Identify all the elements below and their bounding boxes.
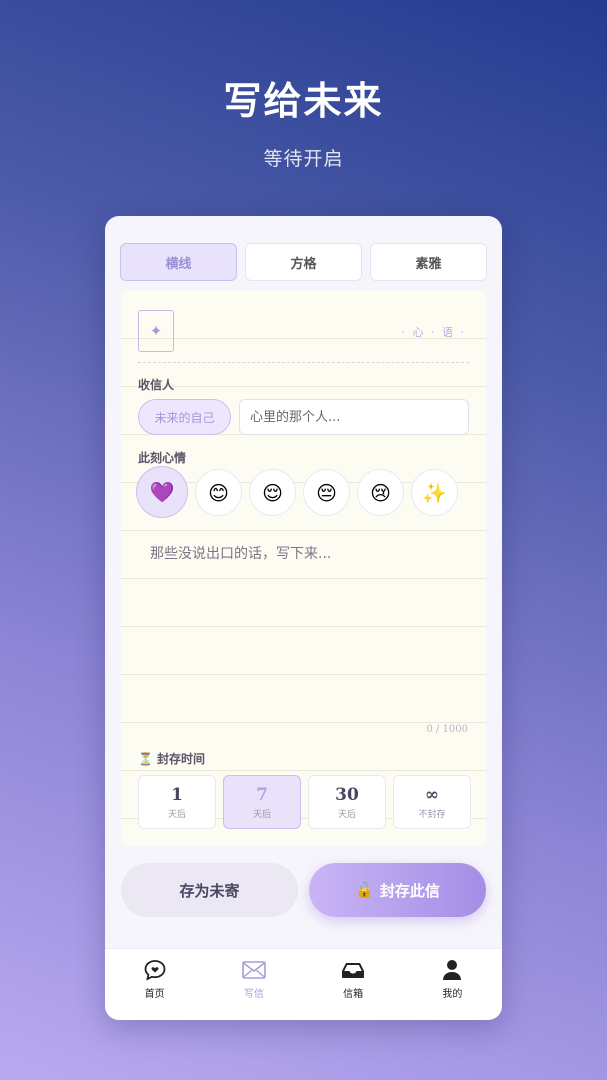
char-counter: 0 / 1000: [426, 724, 468, 735]
letter-body-input[interactable]: [138, 527, 469, 722]
sparkle-icon: ✦: [138, 310, 174, 352]
user-icon: [440, 959, 464, 981]
duration-unit: 不封存: [418, 809, 446, 820]
duration-value: 7: [256, 784, 268, 805]
tab-write[interactable]: 写信: [204, 949, 303, 1020]
recipient-input[interactable]: [239, 399, 469, 435]
duration-option-1[interactable]: 1 天后: [138, 775, 216, 829]
tab-grid[interactable]: 方格: [245, 243, 362, 281]
mood-option-smile[interactable]: 😊: [195, 469, 242, 516]
page-title: 写给未来: [223, 79, 384, 123]
tab-label: 写信: [243, 989, 264, 1000]
seal-duration-picker: 1 天后 7 天后 30 天后 ∞ 不封存: [138, 775, 471, 829]
save-draft-button[interactable]: 存为未寄: [121, 863, 298, 917]
mood-label: 此刻心情: [138, 451, 187, 465]
seal-letter-label: 封存此信: [379, 881, 440, 900]
tab-plain[interactable]: 素雅: [370, 243, 487, 281]
hourglass-icon: ⏳: [138, 751, 153, 766]
duration-value: 30: [335, 784, 359, 805]
mood-option-sparkles[interactable]: ✨: [411, 469, 458, 516]
seal-time-label-text: 封存时间: [156, 752, 205, 766]
inbox-icon: [341, 959, 365, 981]
page-subtitle: 等待开启: [263, 148, 344, 170]
mood-picker: 💜 😊 😌 😔 😢 ✨: [136, 466, 458, 518]
bottom-tab-bar: 首页 写信 信箱 我的: [105, 948, 502, 1020]
duration-value: 1: [171, 784, 183, 805]
seal-letter-button[interactable]: 🔓 封存此信: [309, 863, 486, 917]
seal-time-label: ⏳ 封存时间: [138, 750, 205, 767]
mood-option-cry[interactable]: 😢: [357, 469, 404, 516]
tab-lined[interactable]: 横线: [120, 243, 237, 281]
duration-option-infinite[interactable]: ∞ 不封存: [393, 775, 471, 829]
tab-home[interactable]: 首页: [105, 949, 204, 1020]
letter-paper: ✦ · 心 · 语 · 收信人 未来的自己 此刻心情 💜 😊 😌 😔 😢 ✨ 0…: [121, 291, 486, 846]
tab-mailbox[interactable]: 信箱: [304, 949, 403, 1020]
tab-label: 信箱: [343, 989, 364, 1000]
mood-option-pensive[interactable]: 😔: [303, 469, 350, 516]
duration-unit: 天后: [167, 809, 186, 820]
tab-label: 我的: [442, 989, 463, 1000]
letter-card: 横线 方格 素雅 ✦ · 心 · 语 · 收信人 未来的自己 此刻心情 💜 😊 …: [105, 216, 502, 1020]
paper-style-tabs: 横线 方格 素雅: [120, 243, 487, 281]
mail-icon: [242, 959, 266, 981]
recipient-chip-future-self[interactable]: 未来的自己: [138, 399, 231, 435]
duration-unit: 天后: [252, 809, 271, 820]
mood-option-relieved[interactable]: 😌: [249, 469, 296, 516]
recipient-label: 收信人: [138, 378, 175, 392]
unlock-icon: 🔓: [355, 881, 374, 899]
duration-unit: 天后: [337, 809, 356, 820]
paper-seal-text: · 心 · 语 ·: [401, 326, 466, 339]
duration-option-30[interactable]: 30 天后: [308, 775, 386, 829]
mood-option-heart[interactable]: 💜: [136, 466, 188, 518]
divider: [138, 362, 469, 363]
duration-option-7[interactable]: 7 天后: [223, 775, 301, 829]
tab-profile[interactable]: 我的: [403, 949, 502, 1020]
chat-heart-icon: [143, 959, 167, 981]
duration-value: ∞: [424, 784, 440, 805]
tab-label: 首页: [144, 989, 165, 1000]
